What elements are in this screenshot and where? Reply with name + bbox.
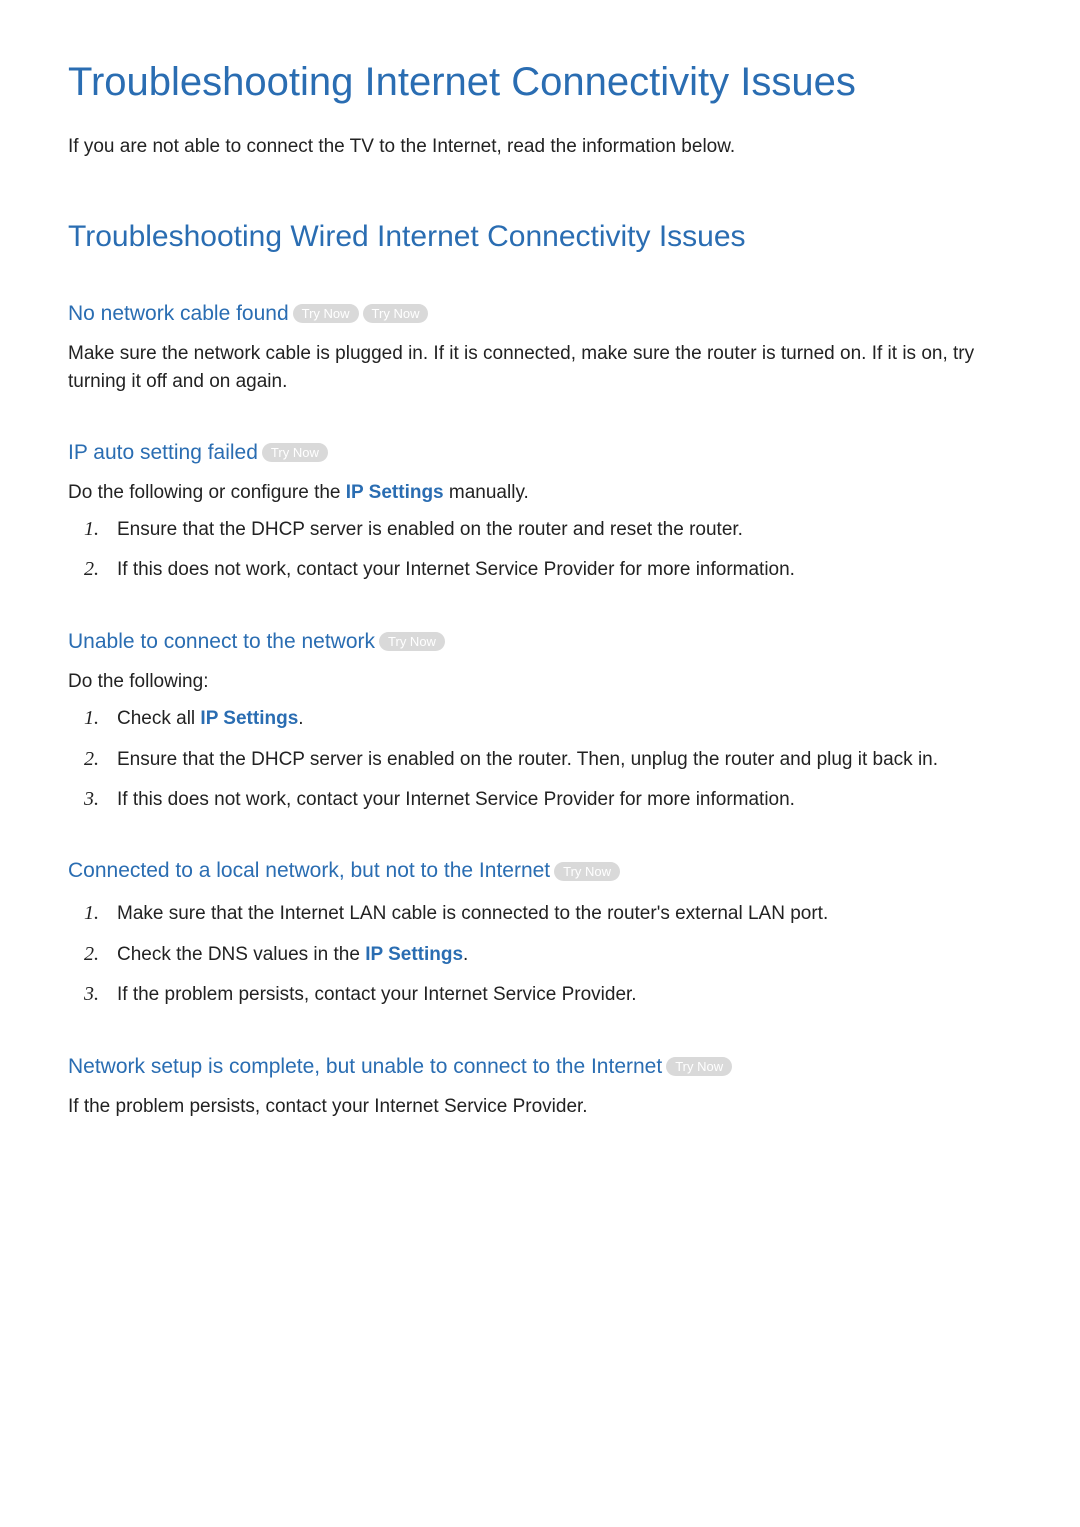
intro-text: If you are not able to connect the TV to…	[68, 133, 1012, 162]
list-text: Check the DNS values in the IP Settings.	[117, 940, 468, 970]
ip-settings-link[interactable]: IP Settings	[365, 944, 463, 965]
list-number: 1.	[84, 702, 99, 734]
sub-heading: IP auto setting failed Try Now	[68, 441, 1012, 465]
list-item: 3. If this does not work, contact your I…	[84, 783, 1012, 815]
body-text-pre: Do the following or configure the	[68, 482, 346, 503]
sub-heading-text: Unable to connect to the network	[68, 630, 375, 654]
list-text: Make sure that the Internet LAN cable is…	[117, 899, 828, 929]
ordered-list: 1. Check all IP Settings. 2. Ensure that…	[84, 702, 1012, 815]
list-text-pre: Check the DNS values in the	[117, 944, 365, 965]
list-text-post: .	[298, 708, 303, 729]
list-item: 2. Ensure that the DHCP server is enable…	[84, 743, 1012, 775]
list-item: 1. Ensure that the DHCP server is enable…	[84, 513, 1012, 545]
section-title: Troubleshooting Wired Internet Connectiv…	[68, 220, 1012, 254]
list-item: 2. Check the DNS values in the IP Settin…	[84, 938, 1012, 970]
page-title: Troubleshooting Internet Connectivity Is…	[68, 60, 1012, 105]
list-number: 2.	[84, 743, 99, 775]
list-text-post: .	[463, 944, 468, 965]
list-text: Ensure that the DHCP server is enabled o…	[117, 745, 938, 775]
list-text: If this does not work, contact your Inte…	[117, 785, 795, 815]
ip-settings-link[interactable]: IP Settings	[346, 482, 444, 503]
body-text: Make sure the network cable is plugged i…	[68, 340, 1012, 397]
try-now-button[interactable]: Try Now	[363, 304, 429, 323]
list-item: 2. If this does not work, contact your I…	[84, 553, 1012, 585]
list-item: 3. If the problem persists, contact your…	[84, 978, 1012, 1010]
list-number: 3.	[84, 783, 99, 815]
try-now-button[interactable]: Try Now	[262, 443, 328, 462]
list-text-pre: Check all	[117, 708, 200, 729]
ordered-list: 1. Ensure that the DHCP server is enable…	[84, 513, 1012, 586]
list-number: 2.	[84, 553, 99, 585]
list-text: If this does not work, contact your Inte…	[117, 555, 795, 585]
sub-heading: Network setup is complete, but unable to…	[68, 1055, 1012, 1079]
list-number: 1.	[84, 513, 99, 545]
try-now-button[interactable]: Try Now	[379, 632, 445, 651]
list-text: Check all IP Settings.	[117, 704, 304, 734]
body-text: Do the following:	[68, 668, 1012, 697]
subsection-no-network-cable: No network cable found Try Now Try Now M…	[68, 302, 1012, 397]
sub-heading-text: Network setup is complete, but unable to…	[68, 1055, 662, 1079]
subsection-ip-auto-failed: IP auto setting failed Try Now Do the fo…	[68, 441, 1012, 586]
subsection-unable-to-connect: Unable to connect to the network Try Now…	[68, 630, 1012, 816]
sub-heading-text: No network cable found	[68, 302, 289, 326]
list-text: If the problem persists, contact your In…	[117, 980, 637, 1010]
ordered-list: 1. Make sure that the Internet LAN cable…	[84, 897, 1012, 1010]
list-item: 1. Make sure that the Internet LAN cable…	[84, 897, 1012, 929]
sub-heading: No network cable found Try Now Try Now	[68, 302, 1012, 326]
subsection-setup-complete: Network setup is complete, but unable to…	[68, 1055, 1012, 1122]
sub-heading-text: IP auto setting failed	[68, 441, 258, 465]
body-text-post: manually.	[444, 482, 529, 503]
sub-heading: Connected to a local network, but not to…	[68, 859, 1012, 883]
try-now-button[interactable]: Try Now	[666, 1057, 732, 1076]
list-number: 1.	[84, 897, 99, 929]
body-text: If the problem persists, contact your In…	[68, 1093, 1012, 1122]
list-text: Ensure that the DHCP server is enabled o…	[117, 515, 743, 545]
list-number: 2.	[84, 938, 99, 970]
sub-heading: Unable to connect to the network Try Now	[68, 630, 1012, 654]
list-number: 3.	[84, 978, 99, 1010]
ip-settings-link[interactable]: IP Settings	[200, 708, 298, 729]
subsection-local-not-internet: Connected to a local network, but not to…	[68, 859, 1012, 1010]
list-item: 1. Check all IP Settings.	[84, 702, 1012, 734]
try-now-button[interactable]: Try Now	[293, 304, 359, 323]
try-now-button[interactable]: Try Now	[554, 862, 620, 881]
sub-heading-text: Connected to a local network, but not to…	[68, 859, 550, 883]
body-text: Do the following or configure the IP Set…	[68, 479, 1012, 508]
